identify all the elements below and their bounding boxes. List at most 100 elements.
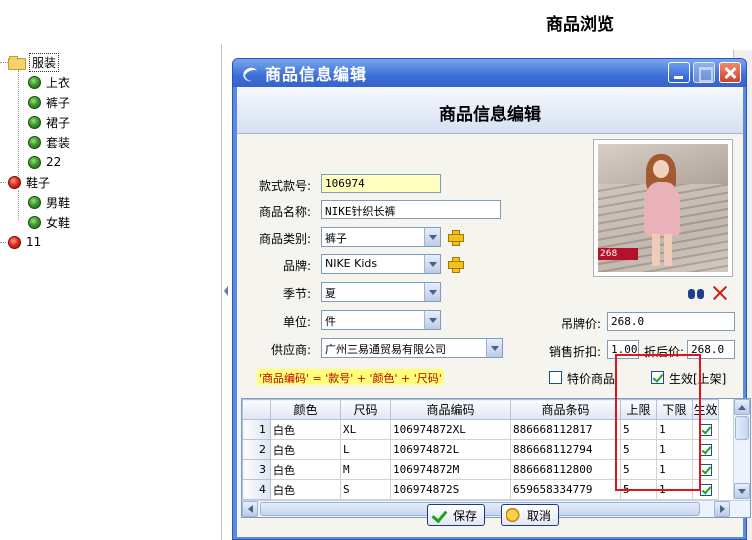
- cell-barcode[interactable]: 886668112800: [510, 459, 621, 480]
- splitter-handle[interactable]: [222, 285, 232, 297]
- cell-color[interactable]: 白色: [270, 459, 341, 480]
- column-header-size[interactable]: 尺码: [340, 399, 391, 420]
- column-header-code[interactable]: 商品编码: [390, 399, 511, 420]
- dialog-titlebar[interactable]: 商品信息编辑: [233, 59, 746, 87]
- cell-barcode[interactable]: 886668112817: [510, 419, 621, 440]
- style-no-label: 款式款号:: [258, 179, 311, 193]
- green-ball-icon: [28, 215, 41, 229]
- red-ball-icon: [8, 175, 21, 189]
- cancel-button[interactable]: 取消: [501, 504, 559, 526]
- category-value: 裤子: [325, 232, 347, 245]
- cell-size[interactable]: S: [340, 479, 391, 500]
- tree-connector: [18, 190, 19, 220]
- tree-node-skirts[interactable]: 裙子: [28, 112, 70, 132]
- cell-barcode[interactable]: 659658334779: [510, 479, 621, 500]
- supplier-value: 广州三易通贸易有限公司: [325, 343, 446, 356]
- scroll-up-icon[interactable]: [734, 399, 750, 415]
- minimize-button[interactable]: [668, 62, 690, 83]
- tree-node-mens-shoes[interactable]: 男鞋: [28, 192, 70, 212]
- discount-label: 销售折扣:: [548, 345, 601, 359]
- unit-label: 单位:: [282, 315, 311, 329]
- brand-label: 品牌:: [282, 259, 311, 273]
- row-number: 2: [242, 439, 271, 460]
- cell-color[interactable]: 白色: [270, 419, 341, 440]
- tree-node-pants[interactable]: 裤子: [28, 92, 70, 112]
- scroll-down-icon[interactable]: [734, 483, 750, 499]
- save-button[interactable]: 保存: [427, 504, 485, 526]
- cell-color[interactable]: 白色: [270, 479, 341, 500]
- cell-color[interactable]: 白色: [270, 439, 341, 460]
- tree-node-label: 裙子: [46, 115, 71, 130]
- row-number: 4: [242, 479, 271, 500]
- tree-node-clothing[interactable]: 服装: [8, 52, 60, 72]
- chevron-down-icon[interactable]: [486, 339, 502, 357]
- tree-node-label: 11: [26, 235, 42, 249]
- cell-barcode[interactable]: 886668112794: [510, 439, 621, 460]
- delete-image-icon[interactable]: [711, 284, 729, 302]
- category-select[interactable]: 裤子: [321, 227, 441, 247]
- highlight-annotation-box: [615, 354, 701, 491]
- product-photo[interactable]: 268: [593, 139, 733, 277]
- cell-code[interactable]: 106974872S: [390, 479, 511, 500]
- green-ball-icon: [28, 115, 41, 129]
- supplier-select[interactable]: 广州三易通贸易有限公司: [321, 338, 503, 358]
- cell-code[interactable]: 106974872XL: [390, 419, 511, 440]
- brand-select[interactable]: NIKE Kids: [321, 254, 441, 274]
- scroll-left-icon[interactable]: [242, 501, 258, 517]
- cell-code[interactable]: 106974872M: [390, 459, 511, 480]
- tree-connector: [0, 62, 8, 63]
- product-name-label: 商品名称:: [258, 205, 311, 219]
- column-header-color[interactable]: 颜色: [270, 399, 341, 420]
- product-name-field[interactable]: NIKE针织长裤: [321, 200, 501, 219]
- grid-horizontal-scrollbar[interactable]: [242, 500, 750, 517]
- category-tree[interactable]: 服装 上衣 裤子 裙子 套装 22 鞋子 男鞋 女鞋 11: [0, 44, 222, 540]
- cell-size[interactable]: M: [340, 459, 391, 480]
- tree-node-label: 上衣: [46, 75, 71, 90]
- chevron-down-icon[interactable]: [424, 283, 440, 301]
- chevron-down-icon[interactable]: [424, 311, 440, 329]
- unit-select[interactable]: 件: [321, 310, 441, 330]
- tree-node-label: 裤子: [46, 95, 71, 110]
- tree-node-label: 男鞋: [46, 195, 71, 210]
- product-image: 268: [598, 144, 728, 272]
- red-ball-icon: [8, 235, 21, 249]
- green-ball-icon: [28, 135, 41, 149]
- tree-connector: [0, 242, 6, 243]
- close-button[interactable]: [719, 62, 741, 83]
- cell-code[interactable]: 106974872L: [390, 439, 511, 460]
- active-checkbox[interactable]: [699, 444, 712, 456]
- add-brand-icon[interactable]: [448, 257, 464, 273]
- tree-node-label: 服装: [29, 52, 60, 72]
- active-checkbox[interactable]: [699, 464, 712, 476]
- chevron-down-icon[interactable]: [424, 228, 440, 246]
- tree-node-tops[interactable]: 上衣: [28, 72, 70, 92]
- dialog-header: 商品信息编辑: [237, 87, 743, 134]
- cell-size[interactable]: XL: [340, 419, 391, 440]
- style-no-field[interactable]: 106974: [321, 174, 441, 193]
- maximize-button[interactable]: [693, 62, 715, 83]
- tree-node-suits[interactable]: 套装: [28, 132, 70, 152]
- season-label: 季节:: [282, 287, 311, 301]
- code-formula-hint: '商品编码' = '款号' + '颜色' + '尺码': [257, 369, 444, 385]
- add-category-icon[interactable]: [448, 230, 464, 246]
- tree-node-11[interactable]: 11: [8, 232, 41, 252]
- tag-price-field[interactable]: 268.0: [607, 312, 735, 331]
- category-label: 商品类别:: [258, 232, 311, 246]
- browse-image-icon[interactable]: [687, 287, 705, 301]
- column-header-barcode[interactable]: 商品条码: [510, 399, 621, 420]
- tree-node-shoes[interactable]: 鞋子: [8, 172, 50, 192]
- tree-node-womens-shoes[interactable]: 女鞋: [28, 212, 70, 232]
- folder-icon: [8, 56, 26, 70]
- special-item-checkbox[interactable]: [549, 371, 562, 384]
- chevron-down-icon[interactable]: [424, 255, 440, 273]
- tree-node-22[interactable]: 22: [28, 152, 61, 172]
- season-select[interactable]: 夏: [321, 282, 441, 302]
- active-checkbox[interactable]: [699, 424, 712, 436]
- active-checkbox[interactable]: [699, 484, 712, 496]
- scroll-right-icon[interactable]: [714, 501, 730, 517]
- cell-size[interactable]: L: [340, 439, 391, 460]
- brand-value: NIKE Kids: [325, 257, 378, 270]
- undo-icon: [506, 508, 522, 522]
- vertical-scroll-thumb[interactable]: [735, 416, 749, 440]
- grid-vertical-scrollbar[interactable]: [733, 399, 750, 500]
